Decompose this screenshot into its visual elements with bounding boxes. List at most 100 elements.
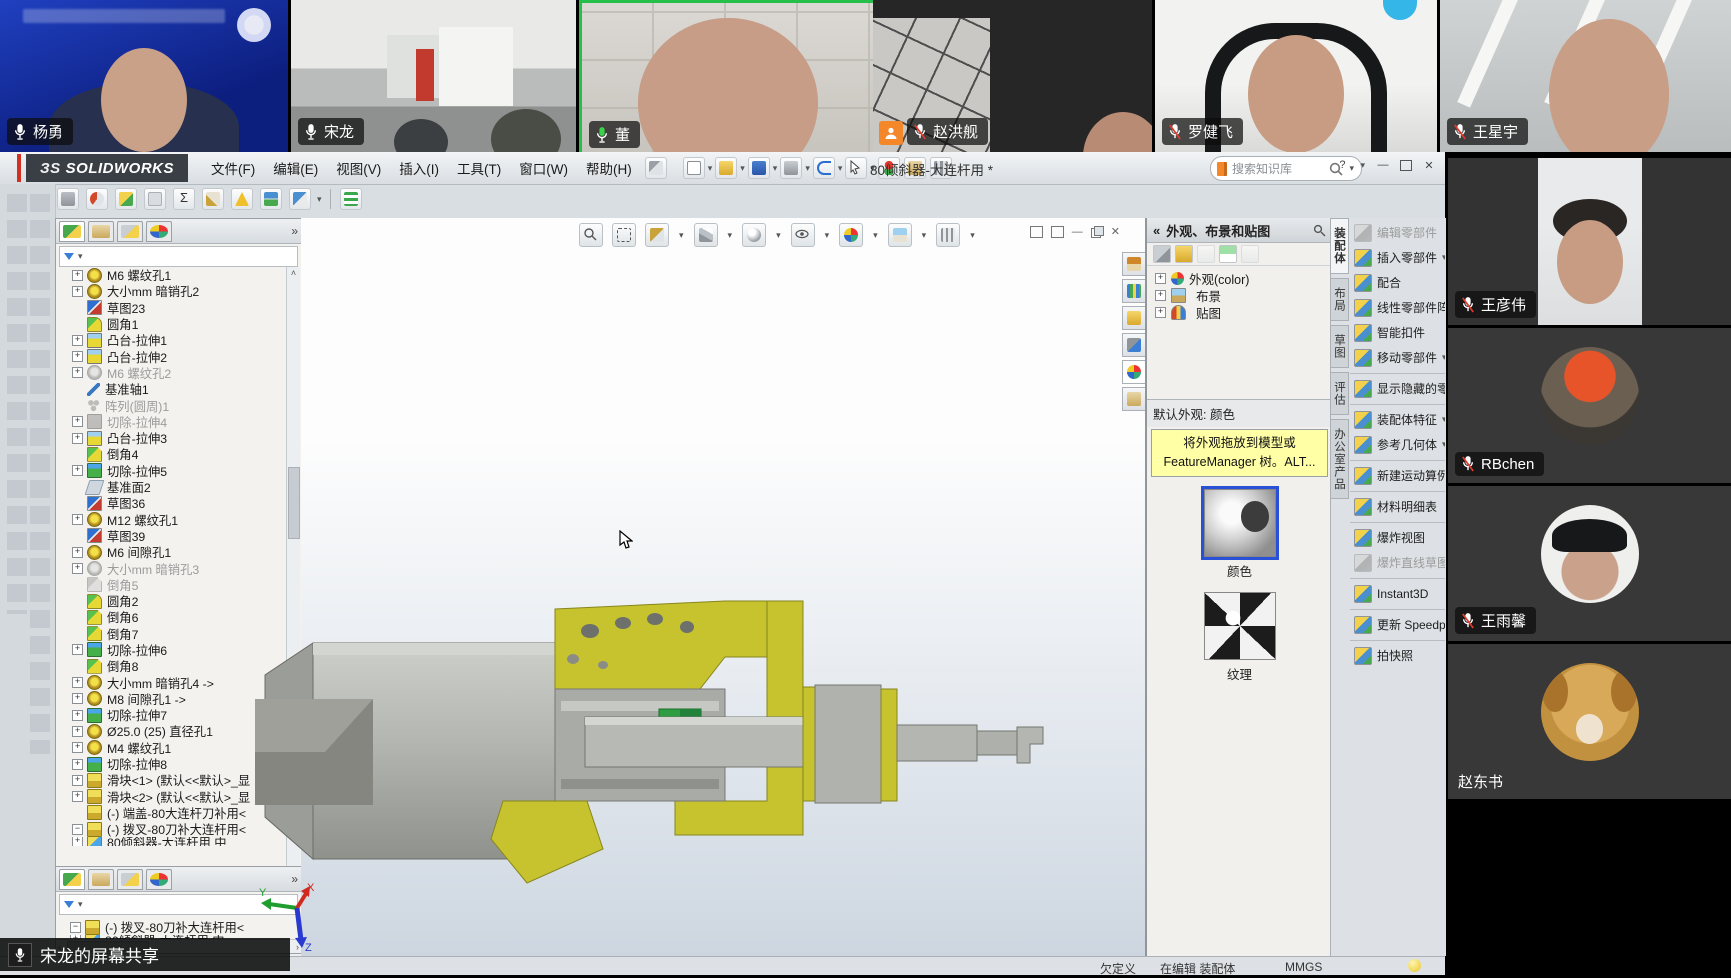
equations-sigma-icon[interactable]: Σ: [173, 188, 195, 210]
tree-item[interactable]: 倒角6: [58, 609, 286, 625]
minimize-icon[interactable]: —: [1375, 158, 1391, 172]
expander-icon[interactable]: +: [72, 367, 83, 378]
view-settings-dropdown[interactable]: ▾: [970, 230, 975, 241]
view-orientation-icon[interactable]: [694, 223, 718, 247]
tree-item[interactable]: + M6 螺纹孔2: [58, 365, 286, 381]
command-item[interactable]: 拍快照 ▾: [1350, 640, 1445, 668]
command-item[interactable]: 参考几何体 ▾: [1350, 432, 1445, 457]
expander-icon[interactable]: +: [72, 433, 83, 444]
expander-icon[interactable]: +: [72, 775, 83, 786]
tree-item[interactable]: + 切除-拉伸4: [58, 414, 286, 430]
filter-dropdown[interactable]: ▾: [78, 251, 83, 262]
expander-icon[interactable]: +: [72, 547, 83, 558]
tree-item[interactable]: 阵列(圆周)1: [58, 397, 286, 413]
select-cursor-icon[interactable]: [845, 157, 867, 179]
command-item[interactable]: 智能扣件 ▾: [1350, 320, 1445, 345]
tree-item[interactable]: 草图36: [58, 495, 286, 511]
menu-item[interactable]: 工具(T): [448, 154, 510, 182]
expander-icon[interactable]: +: [72, 693, 83, 704]
units-selector[interactable]: MMGS: [1285, 960, 1322, 974]
share-mic-icon[interactable]: [8, 943, 32, 967]
tree-item[interactable]: + 滑块<1> (默认<<默认>_显: [58, 772, 286, 788]
doc-minimize-icon[interactable]: —: [1072, 226, 1083, 238]
orientation-dropdown[interactable]: ▾: [728, 230, 733, 241]
tree-item[interactable]: 倒角5: [58, 577, 286, 593]
mass-properties-icon[interactable]: [57, 188, 79, 210]
pin-icon[interactable]: [1313, 224, 1326, 237]
tree-item[interactable]: 草图39: [58, 528, 286, 544]
expander-icon[interactable]: +: [1155, 273, 1166, 284]
new-dropdown[interactable]: ▾: [708, 163, 713, 174]
video-tile-yangyong[interactable]: 杨勇: [0, 0, 288, 152]
tree-item[interactable]: 基准面2: [58, 479, 286, 495]
expander-icon[interactable]: +: [72, 270, 83, 281]
section-view-icon[interactable]: [645, 223, 669, 247]
doc-restore-icon[interactable]: [1051, 226, 1064, 238]
command-item[interactable]: 新建运动算例 ▾: [1350, 460, 1445, 488]
texture-appearance-thumbnail[interactable]: [1204, 592, 1276, 660]
screen-share-banner[interactable]: 宋龙的屏幕共享: [0, 938, 290, 971]
tree-item[interactable]: + 切除-拉伸6: [58, 642, 286, 658]
expander-icon[interactable]: +: [72, 677, 83, 688]
command-item[interactable]: 更新 Speedpak ▾: [1350, 609, 1445, 637]
video-tile-songlong[interactable]: 宋龙: [291, 0, 576, 152]
tree-item[interactable]: + M8 间隙孔1 ->: [58, 691, 286, 707]
expander-icon[interactable]: +: [72, 335, 83, 346]
section-arrows-icon[interactable]: [260, 188, 282, 210]
video-tile-wangxingyu[interactable]: 王星宇: [1440, 0, 1731, 152]
appearances-tab-icon[interactable]: [1122, 360, 1146, 384]
expander-icon[interactable]: +: [72, 563, 83, 574]
display-style-dropdown[interactable]: ▾: [776, 230, 781, 241]
tree-item[interactable]: + 凸台-拉伸2: [58, 348, 286, 364]
command-tab[interactable]: 布局: [1331, 278, 1349, 321]
open-icon[interactable]: [715, 157, 737, 179]
configurationmanager-tab[interactable]: [117, 869, 143, 890]
measure-icon[interactable]: [202, 188, 224, 210]
hide-show-items-icon[interactable]: [791, 223, 815, 247]
help-dropdown[interactable]: ▾: [1360, 160, 1365, 171]
doc-close-icon[interactable]: ✕: [1111, 225, 1120, 238]
tree-item[interactable]: + 80倾斜器-大连杆用 中: [58, 837, 286, 846]
expander-icon[interactable]: +: [72, 710, 83, 721]
command-item[interactable]: 线性零部件阵列 ▾: [1350, 295, 1445, 320]
expander-icon[interactable]: −: [72, 824, 83, 835]
appearance-dropdown[interactable]: ▾: [873, 230, 878, 241]
pin-toolbar-icon[interactable]: [645, 157, 667, 179]
video-tile-dong-active-speaker[interactable]: 董: [579, 0, 876, 158]
command-item[interactable]: 显示隐藏的零部件 ▾: [1350, 373, 1445, 401]
tree-item[interactable]: + 切除-拉伸5: [58, 463, 286, 479]
tree-item[interactable]: + 凸台-拉伸3: [58, 430, 286, 446]
toolbar-dropdown[interactable]: ▾: [317, 194, 322, 205]
video-tile-wangyanwei[interactable]: 王彦伟: [1448, 158, 1731, 325]
scene-dropdown[interactable]: ▾: [922, 230, 927, 241]
command-item[interactable]: 配合 ▾: [1350, 270, 1445, 295]
open-dropdown[interactable]: ▾: [740, 163, 745, 174]
scroll-up-icon[interactable]: ˄: [287, 267, 300, 280]
graphics-area[interactable]: ▾ ▾ ▾ ▾ ▾ ▾ ▾ — ✕: [301, 218, 1145, 956]
print-dropdown[interactable]: ▾: [805, 163, 810, 174]
scenes-node[interactable]: + 布景: [1147, 287, 1332, 304]
new-document-icon[interactable]: [683, 157, 705, 179]
tree-item[interactable]: + M6 间隙孔1: [58, 544, 286, 560]
featuremanager-tab[interactable]: [59, 221, 85, 242]
video-tile-luojianfei[interactable]: 罗健飞: [1155, 0, 1437, 152]
tree-item[interactable]: + M12 螺纹孔1: [58, 511, 286, 527]
undo-icon[interactable]: [813, 157, 835, 179]
view-palette-tab-icon[interactable]: [1122, 333, 1146, 357]
tree-item[interactable]: 圆角2: [58, 593, 286, 609]
tree-item[interactable]: + 切除-拉伸7: [58, 707, 286, 723]
menu-item[interactable]: 编辑(E): [264, 154, 327, 182]
tree-item[interactable]: 基准轴1: [58, 381, 286, 397]
video-tile-zhaohongjian[interactable]: 赵洪舰: [873, 0, 1152, 152]
menu-item[interactable]: 帮助(H): [577, 154, 641, 182]
tree-item[interactable]: 倒角8: [58, 658, 286, 674]
verification-check-icon[interactable]: [144, 188, 166, 210]
color-appearance-thumbnail[interactable]: [1204, 489, 1276, 557]
status-help-icon[interactable]: [1408, 959, 1421, 972]
tree-item[interactable]: + Ø25.0 (25) 直径孔1: [58, 723, 286, 739]
help-icon[interactable]: ?: [1334, 158, 1350, 172]
configurationmanager-tab[interactable]: [117, 221, 143, 242]
file-explorer-tab-icon[interactable]: [1122, 306, 1146, 330]
expander-icon[interactable]: +: [72, 837, 83, 846]
expander-icon[interactable]: +: [72, 465, 83, 476]
